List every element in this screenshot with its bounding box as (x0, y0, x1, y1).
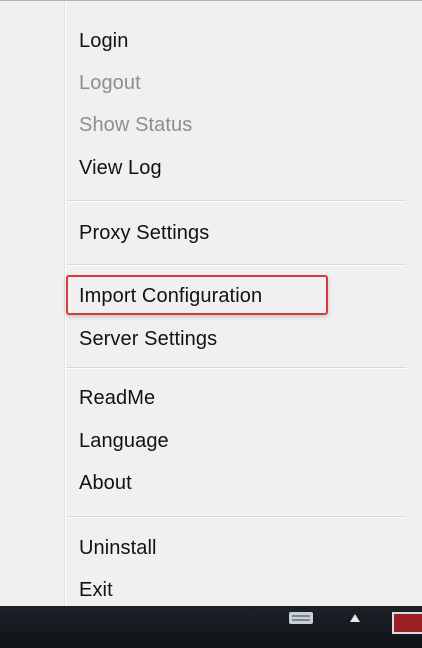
menu-item-readme[interactable]: ReadMe (79, 386, 155, 410)
menu-item-language[interactable]: Language (79, 429, 169, 453)
menu-separator (66, 264, 406, 266)
taskbar (0, 606, 422, 648)
show-hidden-icons-arrow-icon[interactable] (350, 614, 360, 622)
menu-item-login[interactable]: Login (79, 29, 128, 53)
menu-item-about[interactable]: About (79, 471, 132, 495)
app-tray-icon[interactable] (392, 612, 422, 634)
menu-item-proxy-settings[interactable]: Proxy Settings (79, 221, 209, 245)
menu-item-view-log[interactable]: View Log (79, 156, 162, 180)
menu-separator (66, 516, 406, 518)
context-menu: Login Logout Show Status View Log Proxy … (0, 0, 422, 607)
menu-item-server-settings[interactable]: Server Settings (79, 327, 217, 351)
menu-item-logout: Logout (79, 72, 141, 94)
menu-item-show-status: Show Status (79, 114, 193, 136)
menu-item-exit[interactable]: Exit (79, 578, 113, 602)
menu-item-uninstall[interactable]: Uninstall (79, 536, 157, 560)
keyboard-icon[interactable] (289, 612, 313, 624)
menu-separator (66, 367, 406, 369)
menu-separator (66, 200, 406, 202)
import-configuration-highlight (66, 275, 328, 315)
